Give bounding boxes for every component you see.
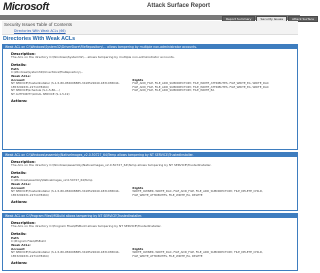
rights-value: WRITE_OWNER, WRITE_DAC, FILE_ADD_FILE, F… xyxy=(132,189,263,197)
actions-label: Actions: xyxy=(11,261,28,266)
description-text: The ACL on the directory C:\Program File… xyxy=(11,224,162,228)
issue-card: Weak ACL on C:\Program Files\MSBuild all… xyxy=(2,213,298,271)
tab-bar: Report Summary Security Issues Attack Su… xyxy=(222,15,318,22)
actions-label: Actions: xyxy=(11,99,28,104)
issue-card: Weak ACL on C:\Windows\assembly\NativeIm… xyxy=(2,152,298,211)
report-title: Attack Surface Report xyxy=(147,3,211,9)
microsoft-logo: Microsoft xyxy=(3,1,49,13)
account-value: NT SERVICE\TrustedInstaller (S-1-5-80-95… xyxy=(11,189,120,197)
account-value: NT SERVICE\TrustedInstaller (S-1-5-80-95… xyxy=(11,250,120,258)
description-text: The ACL on the directory C:\Windows\asse… xyxy=(11,163,212,167)
actions-label: Actions: xyxy=(11,200,28,205)
issue-header: Weak ACL on C:\Windows\System32\DriverSt… xyxy=(3,45,297,49)
toc-title: Security Issues Table of Contents xyxy=(4,22,73,27)
acl-table: Account NT SERVICE\TrustedInstaller (S-1… xyxy=(11,247,289,258)
rights-value: WRITE_OWNER, WRITE_DAC, FILE_ADD_FILE, F… xyxy=(132,250,263,258)
rights-value: FILE_ADD_FILE, FILE_ADD_SUBDIRECTORY, FI… xyxy=(132,88,215,93)
issue-header: Weak ACL on C:\Program Files\MSBuild all… xyxy=(3,214,297,218)
acl-table: Account NT SERVICE\TrustedInstaller (S-1… xyxy=(11,186,289,197)
account-value: NT AUTHORITY\LOCAL SERVICE (S-1-5-19) xyxy=(11,91,70,96)
app-header: Microsoft Attack Surface Report xyxy=(0,0,300,15)
acl-table: Account NT SERVICE\TrustedInstaller (S-1… xyxy=(11,78,289,96)
description-text: The ACL on the directory C:\Windows\Syst… xyxy=(11,55,175,59)
toc-panel: Security Issues Table of Contents Direct… xyxy=(2,21,298,35)
issue-card: Weak ACL on C:\Windows\System32\DriverSt… xyxy=(2,44,298,150)
toc-link-weak-acls[interactable]: Directories With Weak ACLs (66) xyxy=(14,29,66,33)
issue-header: Weak ACL on C:\Windows\assembly\NativeIm… xyxy=(3,153,297,157)
section-title: Directories With Weak ACLs xyxy=(3,36,76,42)
